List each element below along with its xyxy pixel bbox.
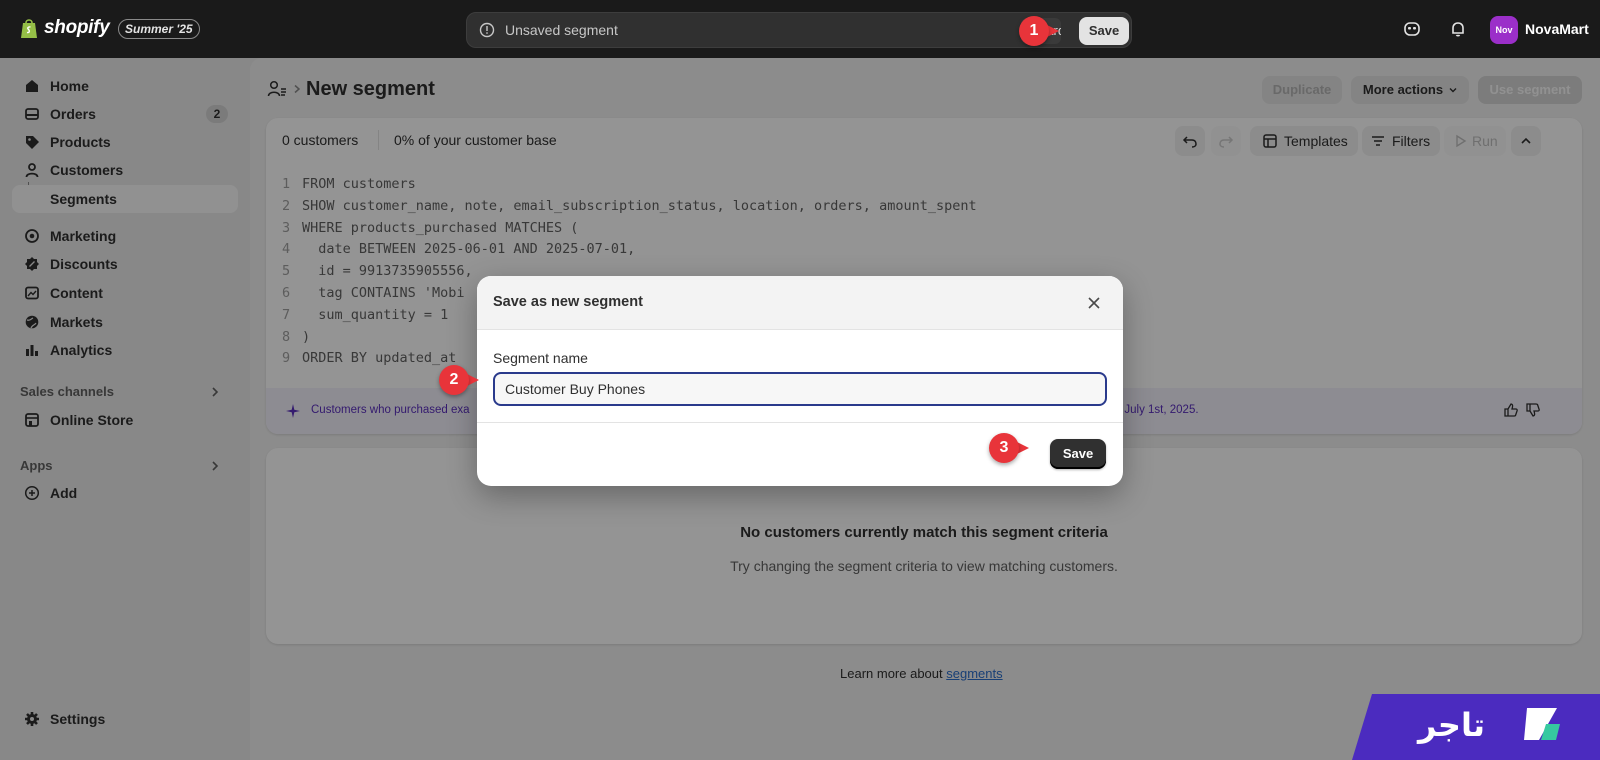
modal-save-button[interactable]: Save: [1050, 439, 1106, 469]
store-name[interactable]: NovaMart: [1525, 21, 1589, 37]
segment-name-input[interactable]: [493, 372, 1107, 406]
modal-title: Save as new segment: [493, 294, 643, 310]
close-icon[interactable]: [1087, 296, 1101, 310]
step-marker-1: 1: [1019, 16, 1059, 46]
brand-wordmark: تاجر: [1418, 706, 1485, 744]
segment-name-label: Segment name: [493, 350, 588, 366]
edition-badge[interactable]: Summer '25: [118, 19, 200, 39]
sidekick-icon[interactable]: [1402, 19, 1422, 39]
top-bar: shopify Summer '25 Unsaved segment Disca…: [0, 0, 1600, 58]
shopify-bag-icon: [21, 19, 37, 38]
top-save-button[interactable]: Save: [1079, 17, 1129, 45]
bell-icon[interactable]: [1448, 19, 1468, 39]
modal-divider: [477, 422, 1123, 423]
step-marker-2: 2: [439, 365, 479, 395]
savebar-status: Unsaved segment: [505, 22, 618, 38]
shopify-logo[interactable]: shopify: [20, 17, 110, 39]
logo-text: shopify: [44, 17, 110, 38]
step-marker-3: 3: [989, 433, 1029, 463]
alert-circle-icon: [479, 22, 495, 38]
modal-header: Save as new segment: [477, 276, 1123, 330]
store-avatar[interactable]: Nov: [1490, 16, 1518, 44]
